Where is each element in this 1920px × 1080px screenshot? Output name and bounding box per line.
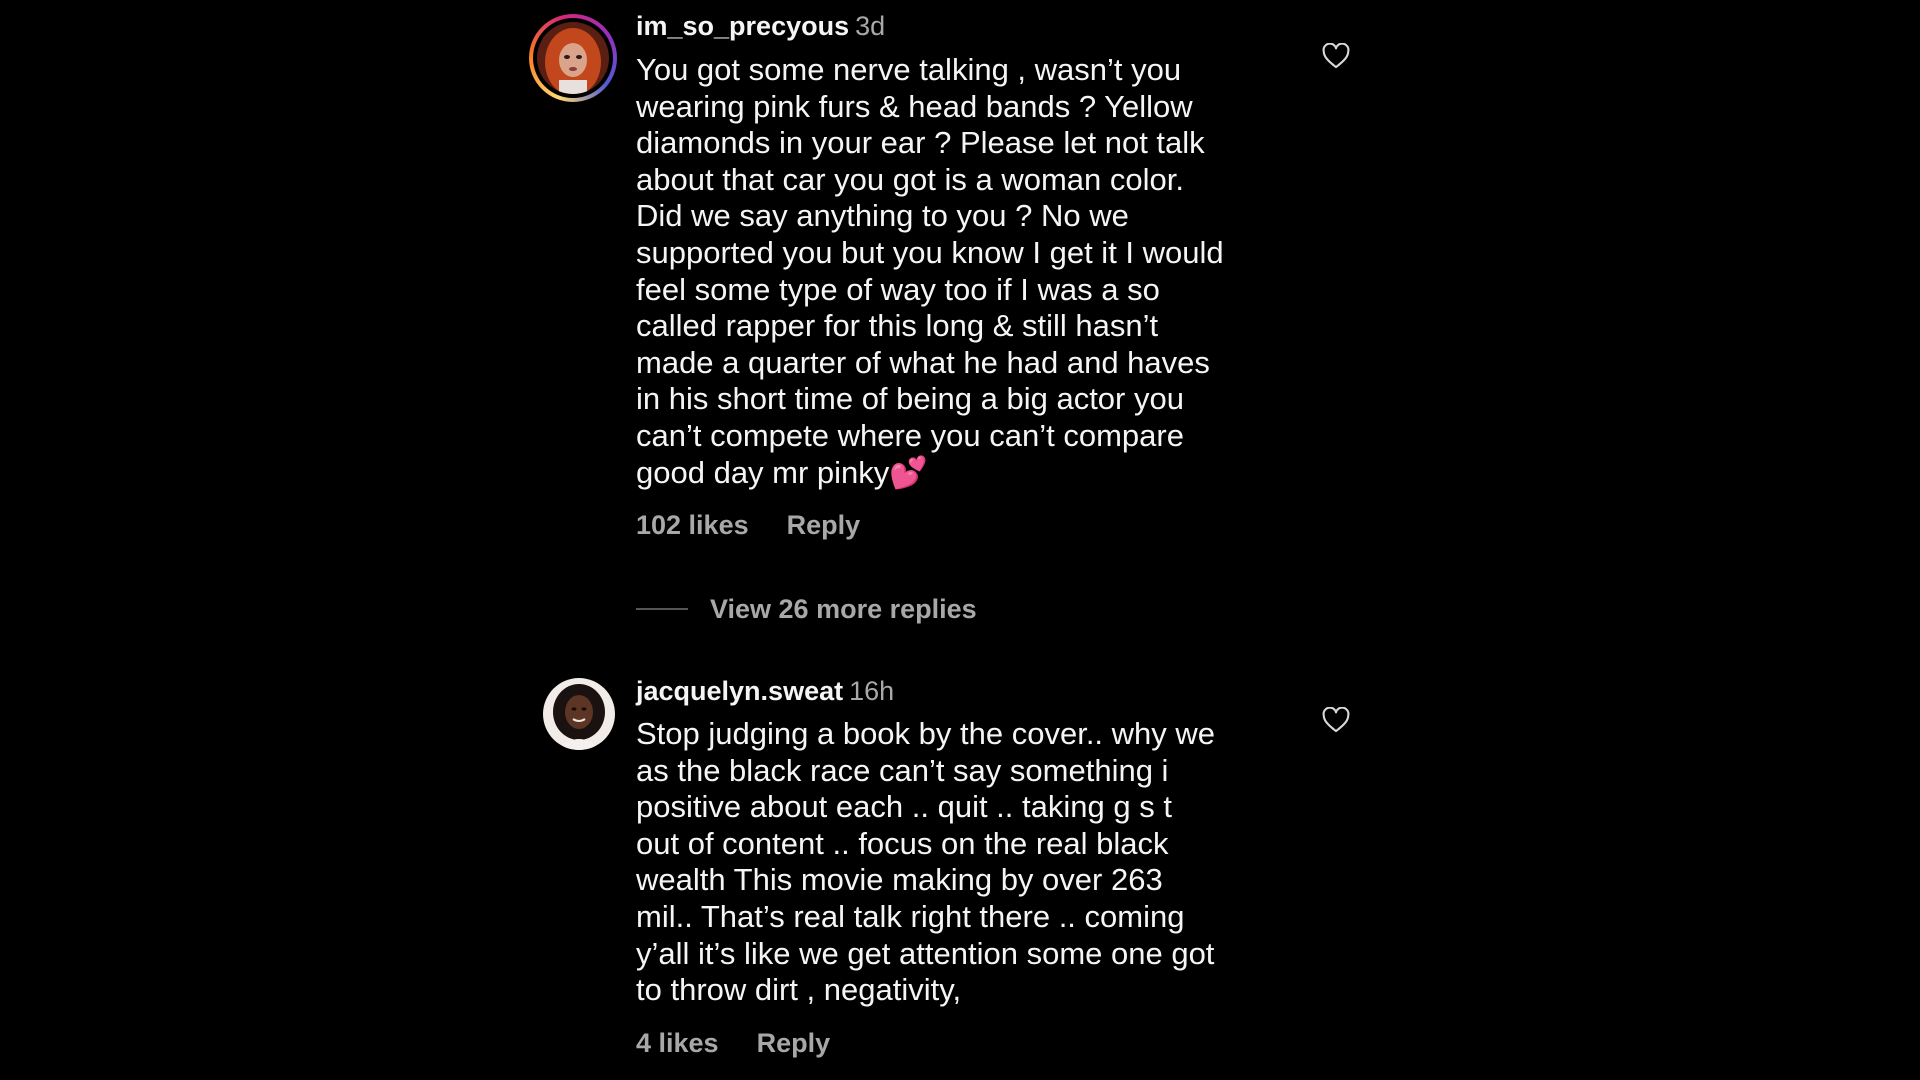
replies-divider: [636, 608, 688, 610]
reply-button[interactable]: Reply: [757, 1028, 831, 1058]
comment-header: jacquelyn.sweat 16h: [636, 675, 894, 707]
avatar: [537, 22, 609, 94]
likes-count[interactable]: 4 likes: [636, 1028, 719, 1058]
user-avatar-icon: [543, 678, 615, 750]
comment-actions: 4 likes Reply: [636, 1028, 868, 1059]
username[interactable]: jacquelyn.sweat: [636, 676, 843, 706]
heart-outline-icon[interactable]: [1322, 43, 1350, 69]
comment-header: im_so_precyous 3d: [636, 10, 885, 42]
timestamp: 3d: [855, 11, 886, 41]
avatar-story-ring[interactable]: [529, 14, 617, 102]
avatar[interactable]: [543, 678, 615, 750]
comment-text: Stop judging a book by the cover.. why w…: [636, 716, 1216, 1008]
view-replies-label: View 26 more replies: [710, 593, 977, 624]
reply-button[interactable]: Reply: [787, 510, 861, 540]
timestamp: 16h: [849, 676, 895, 706]
view-more-replies-button[interactable]: View 26 more replies: [636, 592, 977, 626]
comment-actions: 102 likes Reply: [636, 510, 898, 541]
user-avatar-icon: [537, 22, 609, 94]
comment-text: You got some nerve talking , wasn’t you …: [636, 52, 1224, 490]
likes-count[interactable]: 102 likes: [636, 510, 749, 540]
username[interactable]: im_so_precyous: [636, 11, 849, 41]
heart-outline-icon[interactable]: [1322, 707, 1350, 733]
